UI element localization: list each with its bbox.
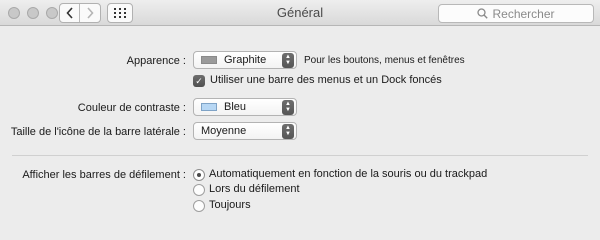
appearance-note: Pour les boutons, menus et fenêtres xyxy=(304,55,465,66)
sidebar-icon-size-value: Moyenne xyxy=(201,125,247,137)
updown-arrows-icon: ▲ ▼ xyxy=(282,123,294,139)
search-placeholder: Rechercher xyxy=(492,6,555,21)
sidebar-icon-size-popup[interactable]: Moyenne ▲ ▼ xyxy=(193,122,297,140)
dark-menu-label: Utiliser une barre des menus et un Dock … xyxy=(210,74,442,86)
window-toolbar: Général Rechercher xyxy=(0,0,600,26)
updown-arrows-icon: ▲ ▼ xyxy=(282,99,294,115)
highlight-swatch xyxy=(201,103,217,111)
appearance-swatch xyxy=(201,56,217,64)
search-field[interactable]: Rechercher xyxy=(438,4,594,23)
highlight-value: Bleu xyxy=(224,101,247,113)
scrollbars-option-scrolling: Lors du défilement xyxy=(209,183,300,195)
section-divider xyxy=(12,155,588,156)
checkmark-icon: ✓ xyxy=(195,76,203,86)
sidebar-icon-size-label: Taille de l'icône de la barre latérale : xyxy=(10,126,186,138)
appearance-popup[interactable]: Graphite ▲ ▼ xyxy=(193,51,297,69)
search-icon xyxy=(477,8,489,19)
scrollbars-radio-automatic[interactable] xyxy=(193,169,205,181)
scrollbars-radio-scrolling[interactable] xyxy=(193,184,205,196)
scrollbars-option-automatic: Automatiquement en fonction de la souris… xyxy=(209,168,488,180)
appearance-label: Apparence : xyxy=(126,55,186,67)
updown-arrows-icon: ▲ ▼ xyxy=(282,52,294,68)
scrollbars-radio-always[interactable] xyxy=(193,200,205,212)
dark-menu-checkbox[interactable]: ✓ xyxy=(193,75,205,87)
scrollbars-label: Afficher les barres de défilement : xyxy=(22,169,186,181)
appearance-value: Graphite xyxy=(224,54,267,66)
highlight-label: Couleur de contraste : xyxy=(77,102,186,114)
scrollbars-option-always: Toujours xyxy=(209,199,251,211)
highlight-popup[interactable]: Bleu ▲ ▼ xyxy=(193,98,297,116)
